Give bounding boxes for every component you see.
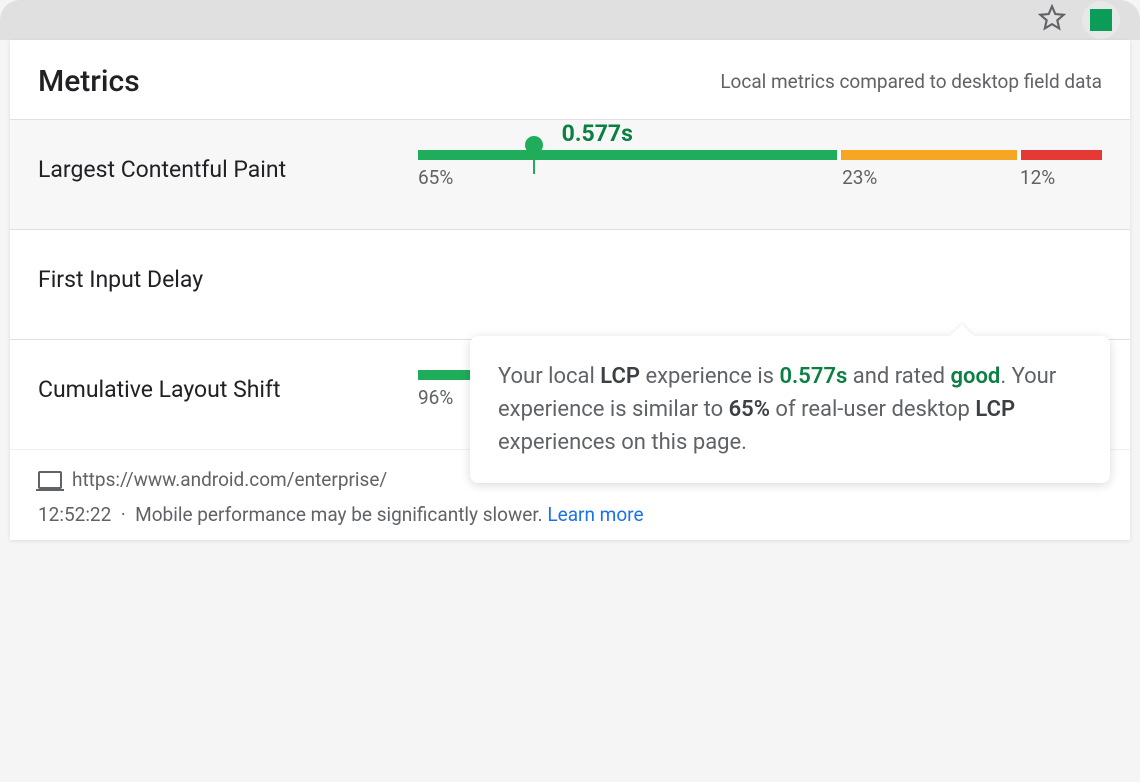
metric-marker xyxy=(534,136,543,174)
extension-icon[interactable] xyxy=(1082,1,1120,39)
metric-name: First Input Delay xyxy=(38,266,418,293)
browser-toolbar xyxy=(0,0,1140,40)
tt-text: Your local xyxy=(498,364,600,389)
panel-header: Metrics Local metrics compared to deskto… xyxy=(10,40,1130,119)
metric-tooltip: Your local LCP experience is 0.577s and … xyxy=(470,336,1110,483)
distribution-bar xyxy=(418,150,1102,160)
bar-labels: 65% 23% 12% xyxy=(418,166,1102,189)
metric-name: Largest Contentful Paint xyxy=(38,156,418,183)
page-url: https://www.android.com/enterprise/ xyxy=(72,468,387,491)
tt-bold: LCP xyxy=(600,364,640,389)
learn-more-link[interactable]: Learn more xyxy=(547,503,643,526)
tt-text: experiences on this page. xyxy=(498,430,747,455)
warning-text: Mobile performance may be significantly … xyxy=(135,503,543,526)
segment-needs-improvement xyxy=(841,150,1017,160)
tt-rating: good xyxy=(951,364,1001,389)
tt-value: 0.577s xyxy=(779,364,847,389)
bookmark-star-icon[interactable] xyxy=(1038,4,1066,36)
metric-row-fid[interactable]: First Input Delay xyxy=(10,229,1130,339)
label-poor: 12% xyxy=(1020,166,1102,189)
segment-good xyxy=(418,150,837,160)
panel-title: Metrics xyxy=(38,64,140,99)
label-ni: 23% xyxy=(842,166,1020,189)
tt-text: experience is xyxy=(640,364,779,389)
tt-text: of real-user desktop xyxy=(770,397,975,422)
marker-dot-icon xyxy=(525,136,543,154)
metric-row-lcp[interactable]: Largest Contentful Paint 0.577s 65% 23% … xyxy=(10,119,1130,229)
label-good: 65% xyxy=(418,166,842,189)
tt-bold: LCP xyxy=(975,397,1015,422)
laptop-icon xyxy=(38,471,62,489)
tt-bold: 65% xyxy=(729,397,770,422)
segment-poor xyxy=(1021,150,1102,160)
metric-vis: 0.577s 65% 23% 12% xyxy=(418,150,1102,189)
panel-subtitle: Local metrics compared to desktop field … xyxy=(720,70,1102,93)
metric-name: Cumulative Layout Shift xyxy=(38,376,418,403)
metrics-panel: Metrics Local metrics compared to deskto… xyxy=(10,40,1130,540)
extension-square-icon xyxy=(1090,9,1112,31)
timestamp: 12:52:22 xyxy=(38,503,111,526)
tooltip-caret-icon xyxy=(950,324,974,336)
metric-value: 0.577s xyxy=(562,120,633,147)
marker-stem xyxy=(533,154,535,174)
tt-text: and rated xyxy=(847,364,950,389)
status-row: 12:52:22 · Mobile performance may be sig… xyxy=(38,503,1102,526)
